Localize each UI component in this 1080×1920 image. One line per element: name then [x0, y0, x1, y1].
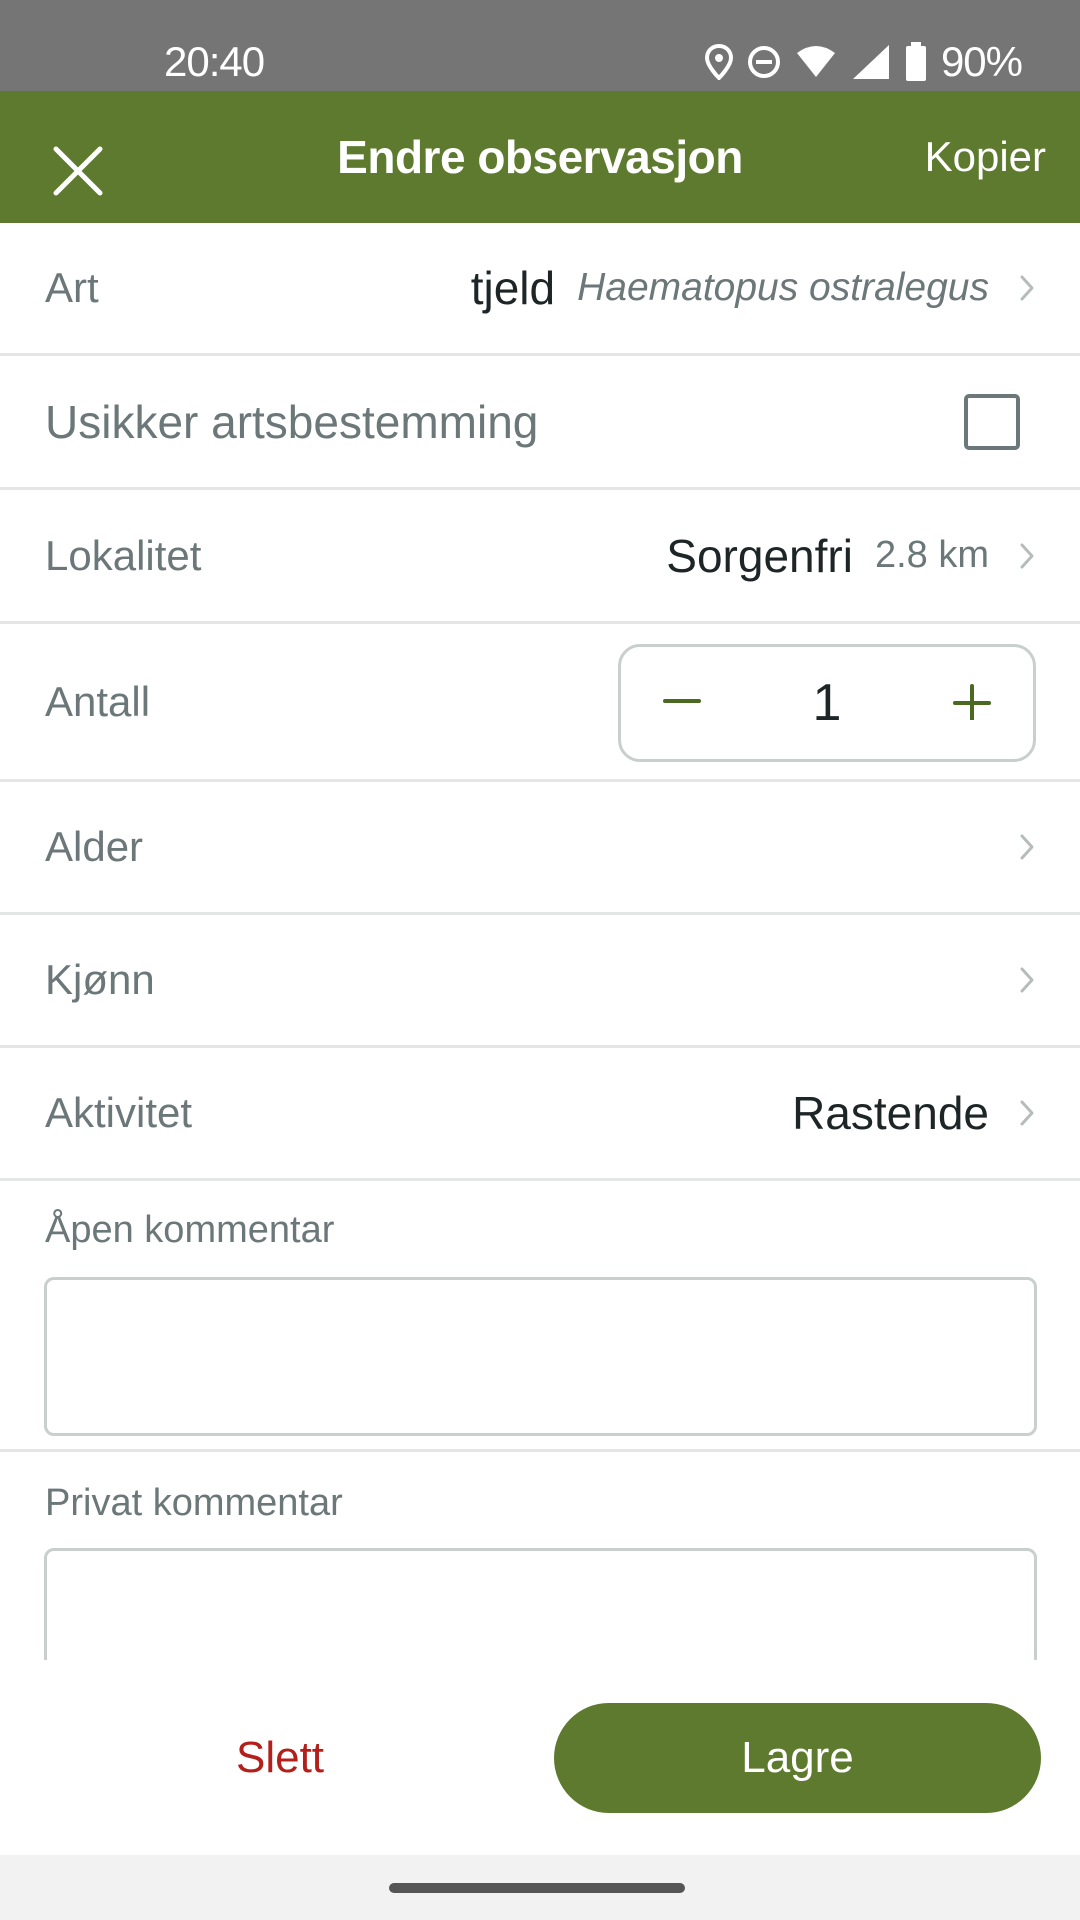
sex-row[interactable]: Kjønn — [0, 915, 1080, 1048]
uncertain-species-label: Usikker artsbestemming — [45, 395, 539, 448]
save-button[interactable]: Lagre — [554, 1703, 1041, 1813]
page-title: Endre observasjon — [337, 131, 743, 183]
age-row[interactable]: Alder — [0, 782, 1080, 915]
close-button[interactable] — [38, 133, 118, 213]
private-comment-field[interactable] — [44, 1548, 1037, 1660]
signal-icon — [851, 43, 891, 81]
chevron-right-icon — [1019, 833, 1035, 861]
activity-name: Rastende — [792, 1087, 989, 1139]
screen: 20:40 90% Endre observasjon Kopier Art t… — [0, 0, 1080, 1920]
open-comment-label: Åpen kommentar — [45, 1209, 335, 1251]
chevron-right-icon — [1019, 274, 1035, 302]
close-icon — [53, 146, 103, 201]
locality-label: Lokalitet — [45, 531, 202, 579]
navigation-bar — [0, 1855, 1080, 1920]
location-icon — [704, 44, 733, 80]
do-not-disturb-icon — [747, 45, 781, 79]
open-comment-field[interactable] — [44, 1277, 1037, 1436]
private-comment-section: Privat kommentar — [0, 1452, 1080, 1660]
activity-row[interactable]: Aktivitet Rastende — [0, 1048, 1080, 1181]
activity-value: Rastende — [792, 1048, 1035, 1178]
wifi-icon — [795, 45, 837, 79]
open-comment-section: Åpen kommentar — [0, 1181, 1080, 1452]
locality-row[interactable]: Lokalitet Sorgenfri 2.8 km — [0, 490, 1080, 624]
action-bar: Slett Lagre — [0, 1660, 1080, 1855]
decrement-button[interactable] — [647, 668, 717, 738]
count-stepper: 1 — [618, 644, 1036, 762]
minus-icon — [663, 682, 701, 725]
species-label: Art — [45, 264, 99, 311]
increment-button[interactable] — [937, 668, 1007, 738]
species-value: tjeld Haematopus ostralegus — [471, 223, 1035, 353]
status-bar: 20:40 90% — [0, 0, 1080, 91]
sex-label: Kjønn — [45, 956, 155, 1003]
battery-icon — [905, 42, 927, 82]
species-row[interactable]: Art tjeld Haematopus ostralegus — [0, 223, 1080, 356]
battery-percent: 90% — [940, 38, 1023, 85]
app-bar: Endre observasjon Kopier — [0, 91, 1080, 223]
count-row: Antall 1 — [0, 624, 1080, 782]
copy-button[interactable]: Kopier — [925, 91, 1046, 223]
uncertain-species-row[interactable]: Usikker artsbestemming — [0, 356, 1080, 490]
status-time: 20:40 — [164, 38, 265, 85]
locality-distance: 2.8 km — [874, 534, 989, 576]
activity-label: Aktivitet — [45, 1089, 193, 1136]
count-label: Antall — [45, 677, 151, 725]
age-label: Alder — [45, 823, 144, 870]
home-handle[interactable] — [389, 1883, 685, 1893]
locality-value: Sorgenfri 2.8 km — [666, 490, 1035, 621]
plus-icon — [952, 682, 991, 725]
locality-name: Sorgenfri — [666, 529, 853, 582]
chevron-right-icon — [1019, 966, 1035, 994]
chevron-right-icon — [1019, 542, 1035, 570]
delete-button[interactable]: Slett — [180, 1660, 380, 1855]
status-icons: 90% — [704, 38, 1023, 86]
uncertain-species-checkbox[interactable] — [964, 393, 1020, 450]
count-value[interactable]: 1 — [813, 673, 842, 733]
chevron-right-icon — [1019, 1099, 1035, 1127]
species-common-name: tjeld — [470, 262, 556, 314]
species-scientific-name: Haematopus ostralegus — [577, 266, 989, 309]
private-comment-label: Privat kommentar — [45, 1482, 343, 1524]
